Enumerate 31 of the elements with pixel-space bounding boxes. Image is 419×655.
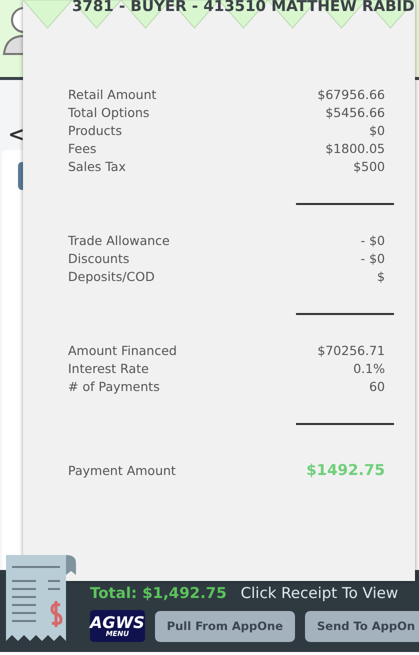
line-value: $70256.71 — [317, 342, 385, 360]
line-value: - $0 — [360, 232, 385, 250]
line-value: $0 — [369, 122, 385, 140]
line-label: Interest Rate — [68, 360, 149, 378]
action-button[interactable]: Pull From AppOne — [154, 610, 295, 642]
action-button[interactable]: Send To AppOn — [305, 610, 419, 642]
header-title: 3781 - BUYER - 413510 MATTHEW RABID — [72, 0, 415, 15]
line-value: $500 — [353, 158, 385, 176]
line-value: $5456.66 — [325, 104, 385, 122]
total-amount: Total: $1,492.75 — [90, 584, 227, 602]
line-value: $1800.05 — [325, 140, 385, 158]
receipt-hint: Click Receipt To View — [240, 584, 398, 602]
line-value: $ — [377, 268, 385, 286]
line-value: 0.1% — [353, 360, 385, 378]
line-label: Retail Amount — [68, 86, 156, 104]
line-label: Fees — [68, 140, 96, 158]
back-button[interactable]: < — [8, 124, 25, 144]
tab-handle[interactable] — [18, 162, 23, 190]
line-label: # of Payments — [68, 378, 160, 396]
line-label: Trade Allowance — [68, 232, 170, 250]
line-label: Amount Financed — [68, 342, 177, 360]
line-value: $67956.66 — [317, 86, 385, 104]
payment-value: $1492.75 — [306, 461, 385, 479]
line-label: Total Options — [68, 104, 150, 122]
line-label: Sales Tax — [68, 158, 126, 176]
line-value: 60 — [369, 378, 385, 396]
line-value: - $0 — [360, 250, 385, 268]
line-label: Discounts — [68, 250, 130, 268]
payment-label: Payment Amount — [68, 462, 176, 478]
line-label: Deposits/COD — [68, 268, 155, 286]
line-label: Products — [68, 122, 122, 140]
